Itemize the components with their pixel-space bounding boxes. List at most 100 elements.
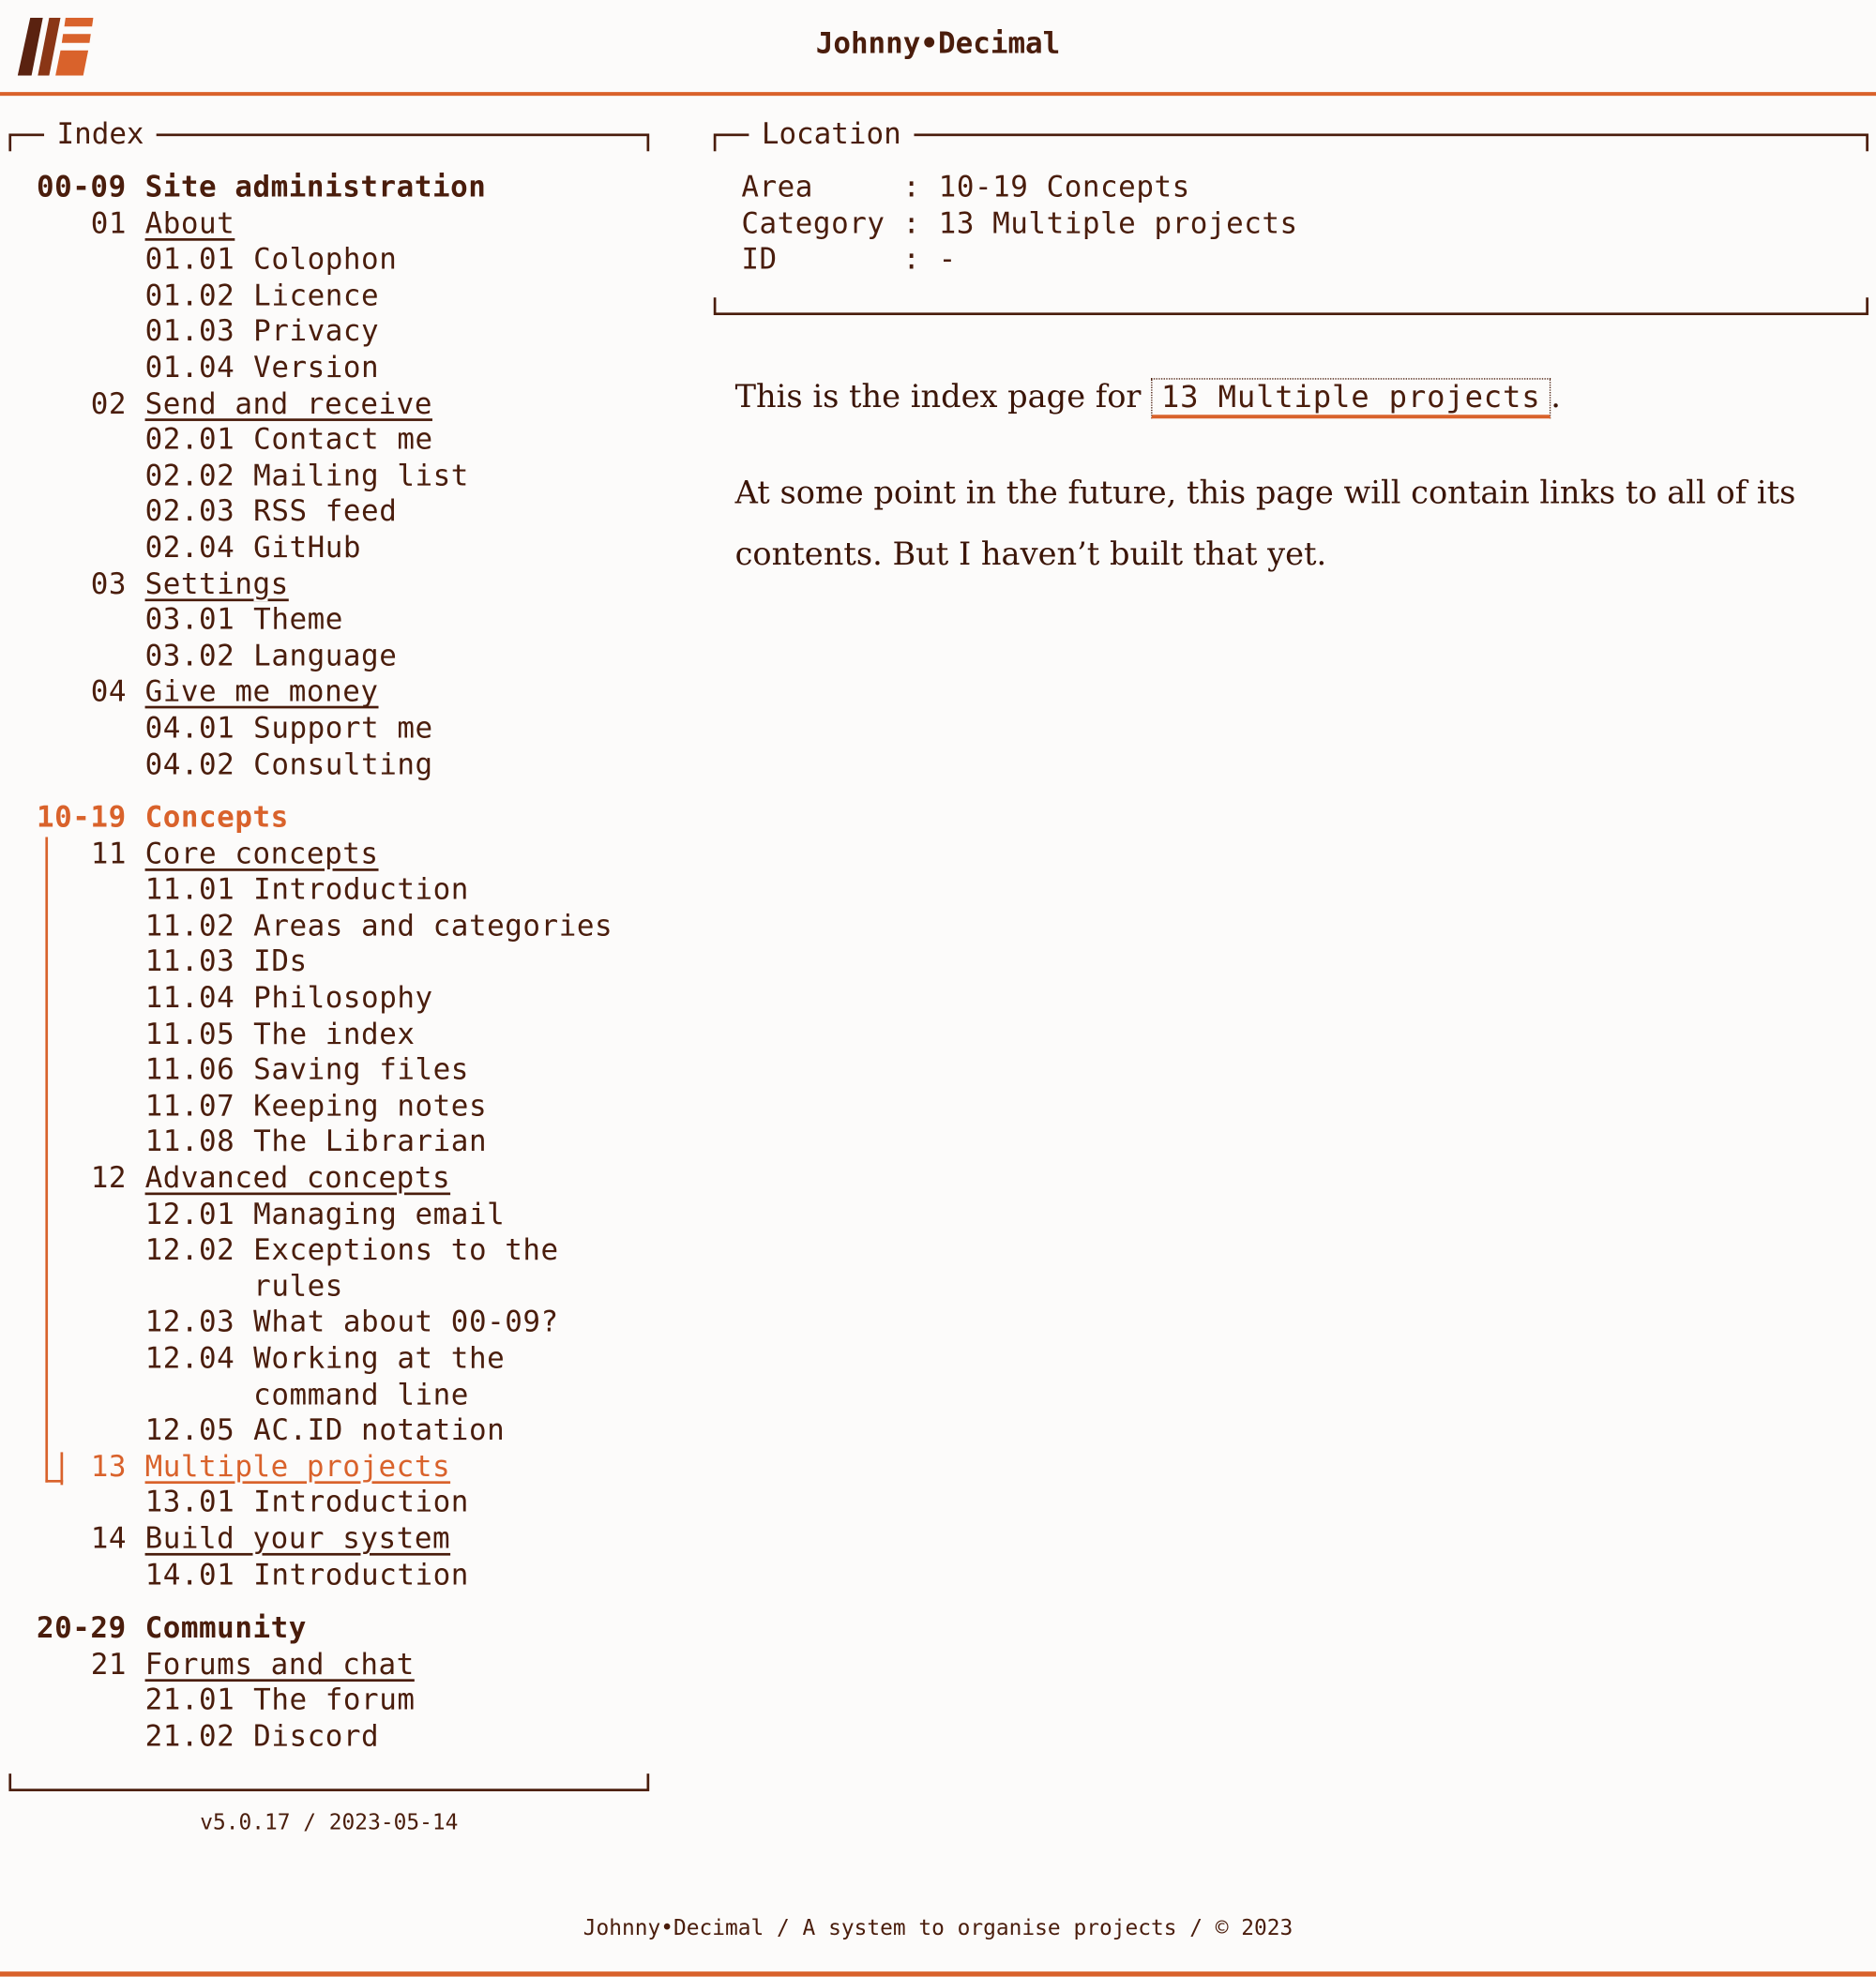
- id-item[interactable]: 12.03 What about 00-09?: [37, 1305, 642, 1341]
- id-label[interactable]: Licence: [253, 279, 631, 314]
- id-item[interactable]: 14.01 Introduction: [37, 1558, 642, 1593]
- site-title[interactable]: Johnny•Decimal: [0, 28, 1876, 61]
- id-item[interactable]: 11.01 Introduction: [37, 872, 642, 908]
- id-label[interactable]: Support me: [253, 711, 631, 747]
- category-link[interactable]: Multiple projects: [145, 1449, 451, 1485]
- id-item[interactable]: 12.04 Working at the command line: [37, 1341, 642, 1413]
- id-item[interactable]: 02.04 GitHub: [37, 531, 642, 566]
- id-label[interactable]: Consulting: [253, 747, 631, 782]
- id-item[interactable]: 12.05 AC.ID notation: [37, 1413, 642, 1449]
- id-label[interactable]: Saving files: [253, 1053, 631, 1089]
- id-label[interactable]: Introduction: [253, 1486, 631, 1521]
- category-number: 01: [90, 207, 128, 241]
- id-label[interactable]: IDs: [253, 944, 631, 980]
- category-item[interactable]: 12 Advanced concepts: [37, 1161, 642, 1197]
- id-item[interactable]: 02.03 RSS feed: [37, 494, 642, 530]
- id-item[interactable]: 13.01 Introduction: [37, 1486, 642, 1521]
- id-item[interactable]: 11.05 The index: [37, 1017, 642, 1052]
- location-legend: Location: [749, 115, 915, 154]
- id-label[interactable]: RSS feed: [253, 494, 631, 530]
- id-label[interactable]: Working at the command line: [253, 1341, 631, 1413]
- id-label[interactable]: Contact me: [253, 422, 631, 458]
- body-paragraph: At some point in the future, this page w…: [734, 474, 1796, 573]
- category-link[interactable]: Advanced concepts: [145, 1161, 451, 1197]
- id-item[interactable]: 04.01 Support me: [37, 711, 642, 747]
- id-number: 02.03: [144, 495, 235, 529]
- id-number: 12.05: [144, 1414, 235, 1448]
- category-number: 04: [90, 675, 128, 709]
- id-label[interactable]: Introduction: [253, 872, 631, 908]
- id-label[interactable]: Exceptions to the rules: [253, 1233, 631, 1305]
- id-label[interactable]: The Librarian: [253, 1125, 631, 1161]
- id-label[interactable]: Areas and categories: [253, 909, 631, 944]
- id-label[interactable]: Philosophy: [253, 981, 631, 1017]
- id-item[interactable]: 21.01 The forum: [37, 1683, 642, 1719]
- id-label[interactable]: Colophon: [253, 242, 631, 278]
- id-label[interactable]: The forum: [253, 1683, 631, 1719]
- location-row-category: Category: 13 Multiple projects: [741, 206, 1297, 242]
- category-link[interactable]: About: [145, 206, 235, 242]
- category-link[interactable]: Build your system: [145, 1521, 451, 1557]
- id-item[interactable]: 12.02 Exceptions to the rules: [37, 1233, 642, 1305]
- id-item[interactable]: 03.01 Theme: [37, 603, 642, 639]
- category-item[interactable]: 02 Send and receive: [37, 386, 642, 422]
- category-link[interactable]: 13 Multiple projects: [1151, 378, 1551, 419]
- category-item[interactable]: 21 Forums and chat: [37, 1647, 642, 1683]
- id-label[interactable]: Theme: [253, 603, 631, 639]
- id-item[interactable]: 11.06 Saving files: [37, 1053, 642, 1089]
- id-item[interactable]: 03.02 Language: [37, 639, 642, 674]
- id-label[interactable]: AC.ID notation: [253, 1413, 631, 1449]
- id-label[interactable]: The index: [253, 1017, 631, 1052]
- id-number: 13.01: [144, 1487, 235, 1520]
- id-number: 11.01: [144, 873, 235, 907]
- id-number: 12.04: [144, 1342, 235, 1376]
- id-number: 03.02: [144, 640, 235, 673]
- id-number: 12.02: [144, 1234, 235, 1268]
- id-item[interactable]: 02.01 Contact me: [37, 422, 642, 458]
- id-label[interactable]: Introduction: [253, 1558, 631, 1593]
- id-label[interactable]: Mailing list: [253, 459, 631, 494]
- id-item[interactable]: 12.01 Managing email: [37, 1197, 642, 1232]
- id-label[interactable]: What about 00-09?: [253, 1305, 631, 1341]
- id-label[interactable]: Version: [253, 351, 631, 386]
- category-item[interactable]: 13 Multiple projects: [37, 1449, 642, 1485]
- id-item[interactable]: 01.01 Colophon: [37, 242, 642, 278]
- id-number: 02.04: [144, 532, 235, 566]
- category-link[interactable]: Give me money: [145, 675, 379, 711]
- id-number: 03.01: [144, 603, 235, 637]
- area-number: 20-29: [36, 1612, 127, 1646]
- id-label[interactable]: Language: [253, 639, 631, 674]
- id-item[interactable]: 11.04 Philosophy: [37, 981, 642, 1017]
- location-sep: :: [902, 171, 939, 204]
- id-label[interactable]: Privacy: [253, 314, 631, 350]
- id-item[interactable]: 11.02 Areas and categories: [37, 909, 642, 944]
- category-link[interactable]: Settings: [145, 566, 289, 602]
- id-item[interactable]: 01.02 Licence: [37, 279, 642, 314]
- id-label[interactable]: Managing email: [253, 1197, 631, 1232]
- category-item[interactable]: 03 Settings: [37, 566, 642, 602]
- id-number: 14.01: [144, 1559, 235, 1592]
- id-label[interactable]: GitHub: [253, 531, 631, 566]
- id-label[interactable]: Discord: [253, 1719, 631, 1755]
- id-item[interactable]: 21.02 Discord: [37, 1719, 642, 1755]
- id-item[interactable]: 01.04 Version: [37, 351, 642, 386]
- category-link[interactable]: Forums and chat: [145, 1647, 415, 1683]
- id-item[interactable]: 04.02 Consulting: [37, 747, 642, 782]
- id-number: 11.04: [144, 982, 235, 1016]
- category-item[interactable]: 14 Build your system: [37, 1521, 642, 1557]
- id-item[interactable]: 11.07 Keeping notes: [37, 1089, 642, 1124]
- index-side-mask: [5, 151, 13, 1774]
- id-item[interactable]: 01.03 Privacy: [37, 314, 642, 350]
- category-link[interactable]: Send and receive: [145, 386, 432, 422]
- category-item[interactable]: 11 Core concepts: [37, 837, 642, 872]
- id-number: 21.01: [144, 1684, 235, 1718]
- category-item[interactable]: 01 About: [37, 206, 642, 242]
- id-item[interactable]: 11.03 IDs: [37, 944, 642, 980]
- id-item[interactable]: 02.02 Mailing list: [37, 459, 642, 494]
- id-label[interactable]: Keeping notes: [253, 1089, 631, 1124]
- id-item[interactable]: 11.08 The Librarian: [37, 1125, 642, 1161]
- category-link[interactable]: Core concepts: [145, 837, 379, 872]
- category-item[interactable]: 04 Give me money: [37, 675, 642, 711]
- id-number: 11.03: [144, 945, 235, 979]
- index-side-mask: [645, 151, 654, 1774]
